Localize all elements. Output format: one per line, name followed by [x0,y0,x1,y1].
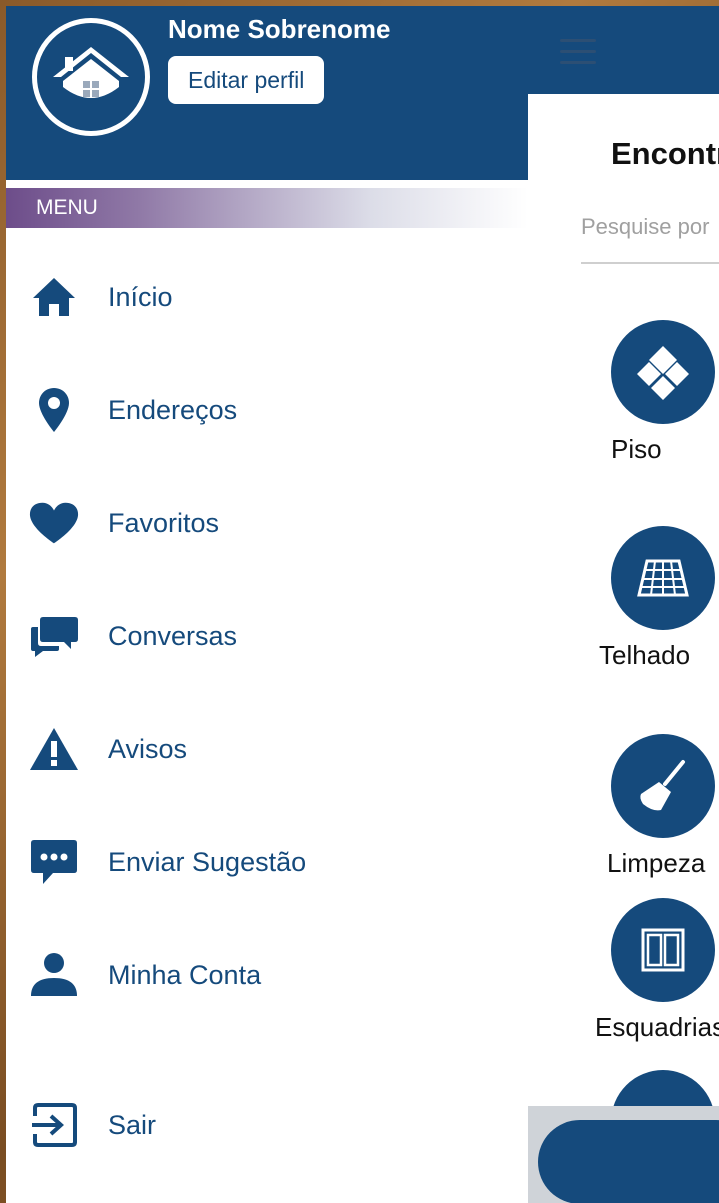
user-name: Nome Sobrenome [168,14,391,44]
category-label: Limpeza [607,848,706,878]
main-screen: Encontre Piso Telhado [526,6,719,1203]
menu-item-avisos[interactable]: Avisos [6,704,528,794]
tiles-icon [611,320,715,424]
warning-icon [28,723,80,775]
menu-item-label: Minha Conta [108,959,262,990]
message-dots-icon [28,836,80,888]
chat-bubbles-icon [28,610,80,662]
home-icon [28,271,80,323]
navigation-drawer: Nome Sobrenome Editar perfil MENU Início… [6,6,528,1203]
menu-item-enviar-sugestao[interactable]: Enviar Sugestão [6,817,528,907]
search-input[interactable] [581,206,719,240]
category-piso[interactable]: Piso [611,320,719,465]
menu-item-sair[interactable]: Sair [6,1080,528,1170]
menu-item-inicio[interactable]: Início [6,252,528,342]
menu-item-favoritos[interactable]: Favoritos [6,478,528,568]
category-label: Esquadrias [595,1012,719,1042]
menu-item-label: Sair [108,1109,157,1140]
heart-icon [28,497,80,549]
category-label: Telhado [599,640,691,670]
map-pin-icon [28,384,80,436]
category-limpeza[interactable]: Limpeza [607,734,719,879]
category-esquadrias[interactable]: Esquadrias [595,898,719,1043]
menu-header-label: MENU [36,196,98,219]
main-title: Encontre [611,136,719,171]
roof-icon [611,526,715,630]
person-icon [28,949,80,1001]
category-telhado[interactable]: Telhado [599,526,719,671]
main-header [526,6,719,94]
menu-section-header: MENU [6,188,528,228]
menu-item-label: Avisos [108,733,188,764]
menu-item-minha-conta[interactable]: Minha Conta [6,930,528,1020]
menu-item-enderecos[interactable]: Endereços [6,365,528,455]
menu-item-label: Endereços [108,394,238,425]
hamburger-menu-icon[interactable] [560,39,596,65]
category-label: Piso [611,434,662,464]
broom-icon [611,734,715,838]
menu-item-conversas[interactable]: Conversas [6,591,528,681]
menu-item-label: Favoritos [108,507,220,538]
bottom-action-button[interactable] [538,1120,719,1203]
menu-item-label: Enviar Sugestão [108,846,307,877]
search-field[interactable] [581,206,719,264]
house-logo-icon [53,47,129,98]
avatar[interactable] [32,18,150,136]
logout-icon [28,1099,80,1151]
menu-item-label: Conversas [108,620,238,651]
drawer-header: Nome Sobrenome Editar perfil [6,6,528,180]
menu-item-label: Início [108,281,173,312]
edit-profile-button[interactable]: Editar perfil [168,56,325,104]
window-icon [611,898,715,1002]
